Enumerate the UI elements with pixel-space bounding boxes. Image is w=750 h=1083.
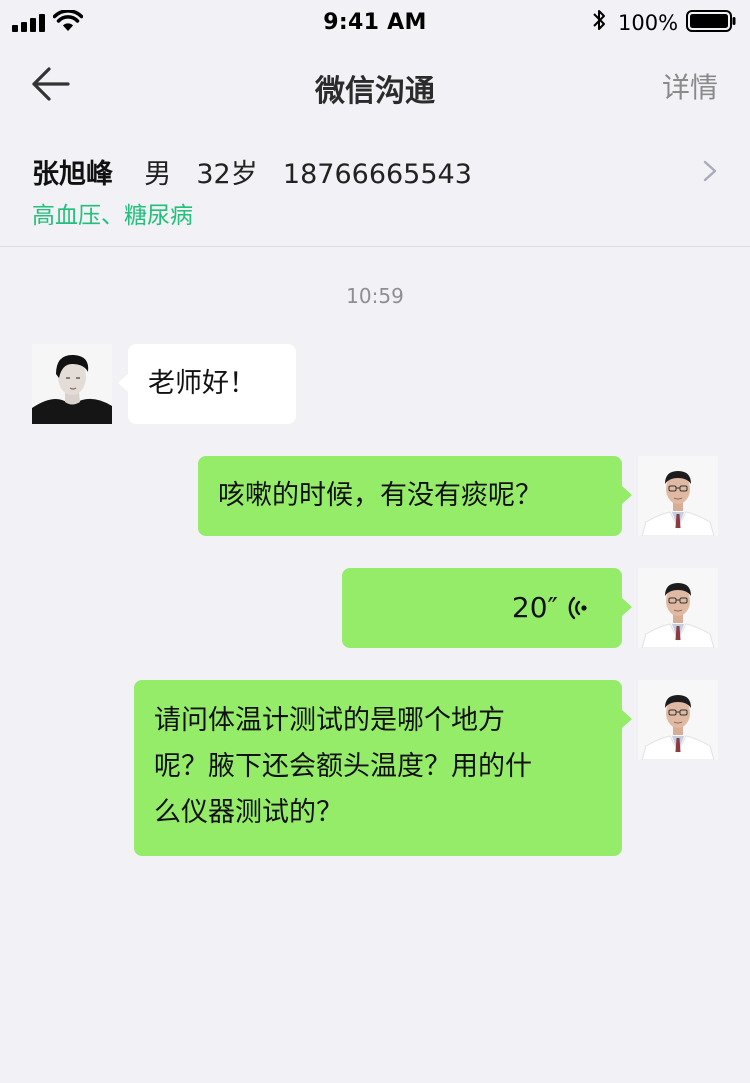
message-bubble-outgoing[interactable]: 请问体温计测试的是哪个地方 呢？腋下还会额头温度？用的什 么仪器测试的？ xyxy=(134,680,622,856)
battery-percent: 100% xyxy=(618,11,679,35)
patient-avatar-image xyxy=(32,344,112,424)
patient-gender: 男 xyxy=(144,159,172,190)
message-bubble-incoming[interactable]: 老师好！ xyxy=(128,344,296,424)
details-button[interactable]: 详情 xyxy=(662,66,718,106)
patient-age: 32岁 xyxy=(196,159,258,190)
message-text: 老师好！ xyxy=(148,368,256,399)
patient-avatar[interactable] xyxy=(32,344,112,424)
message-text-line: 么仪器测试的？ xyxy=(154,797,343,828)
status-bar: 9:41 AM 100% xyxy=(0,0,750,48)
nav-bar: 微信沟通 详情 xyxy=(0,48,750,120)
doctor-avatar[interactable] xyxy=(638,456,718,536)
bubble-tail xyxy=(622,598,632,616)
patient-header[interactable]: 张旭峰 男 32岁 18766665543 高血压、糖尿病 xyxy=(0,120,750,247)
doctor-avatar-image xyxy=(638,456,718,536)
patient-conditions: 高血压、糖尿病 xyxy=(32,203,193,229)
bubble-tail xyxy=(622,486,632,504)
message-text-line: 请问体温计测试的是哪个地方 xyxy=(154,705,505,736)
voice-wave-icon xyxy=(568,596,587,620)
message-text: 咳嗽的时候，有没有痰呢？ xyxy=(218,480,542,511)
doctor-avatar[interactable] xyxy=(638,568,718,648)
bubble-tail xyxy=(118,374,128,392)
page-title: 微信沟通 xyxy=(315,74,435,109)
voice-duration: 20″ xyxy=(511,591,558,624)
doctor-avatar-image xyxy=(638,680,718,760)
patient-info-line: 张旭峰 男 32岁 18766665543 xyxy=(32,152,472,191)
message-bubble-outgoing[interactable]: 咳嗽的时候，有没有痰呢？ xyxy=(198,456,622,536)
patient-name: 张旭峰 xyxy=(32,159,113,190)
bubble-tail xyxy=(622,710,632,728)
bluetooth-icon xyxy=(593,10,605,30)
doctor-avatar[interactable] xyxy=(638,680,718,760)
patient-phone: 18766665543 xyxy=(282,159,472,190)
battery-icon xyxy=(686,10,736,32)
chevron-right-icon[interactable] xyxy=(700,157,720,185)
message-text-line: 呢？腋下还会额头温度？用的什 xyxy=(154,751,532,782)
voice-message-bubble[interactable]: 20″ xyxy=(342,568,622,648)
doctor-avatar-image xyxy=(638,568,718,648)
chat-timestamp: 10:59 xyxy=(346,284,404,308)
